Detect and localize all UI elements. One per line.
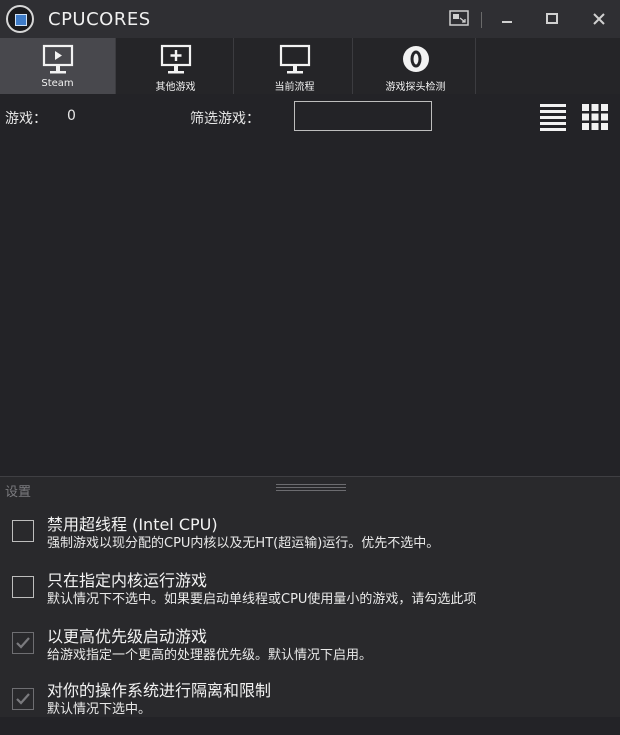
tab-label: Steam [41,78,74,89]
settings-panel: 设置 禁用超线程 (Intel CPU) 强制游戏以现分配的CPU内核以及无HT… [0,476,620,717]
tab-label: 游戏探头检测 [385,82,446,93]
app-title: CPUCORES [48,9,151,30]
mini-mode-icon [449,10,469,26]
monitor-play-icon [42,44,73,74]
cpucores-logo-icon [6,5,34,33]
tab-game-probe[interactable]: 游戏探头检测 [356,38,476,94]
isolate-os-checkbox[interactable] [12,688,34,710]
probe-icon [402,46,429,72]
high-priority-checkbox[interactable] [12,632,34,654]
grid-view-icon [582,104,608,130]
option-description: 强制游戏以现分配的CPU内核以及无HT(超运输)运行。优先不选中。 [47,536,440,551]
title-separator [481,12,482,28]
games-list[interactable] [0,140,620,475]
mini-mode-button[interactable] [446,6,472,32]
filter-label: 筛选游戏： [190,111,260,127]
option-isolate-os: 对你的操作系统进行隔离和限制 默认情况下选中。 [0,679,620,735]
specific-cores-checkbox[interactable] [12,576,34,598]
monitor-plus-icon [160,44,191,74]
option-description: 给游戏指定一个更高的处理器优先级。默认情况下启用。 [47,648,373,663]
option-disable-hyperthreading: 禁用超线程 (Intel CPU) 强制游戏以现分配的CPU内核以及无HT(超运… [0,513,620,569]
maximize-button[interactable] [539,6,565,32]
list-view-button[interactable] [539,101,567,131]
option-high-priority: 以更高优先级启动游戏 给游戏指定一个更高的处理器优先级。默认情况下启用。 [0,625,620,681]
option-specific-cores: 只在指定内核运行游戏 默认情况下不选中。如果要启动单线程或CPU使用量小的游戏，… [0,569,620,625]
close-button[interactable] [586,6,612,32]
tab-other-games[interactable]: 其他游戏 [118,38,234,94]
option-description: 默认情况下不选中。如果要启动单线程或CPU使用量小的游戏，请勾选此项 [47,592,477,607]
maximize-icon [546,13,558,24]
games-label: 游戏： [5,111,47,127]
settings-title: 设置 [5,485,32,500]
tab-label: 其他游戏 [155,82,196,93]
monitor-icon [279,44,310,74]
tab-bar: Steam 其他游戏 当前流程 游戏探头检测 [0,38,620,94]
option-description: 默认情况下选中。 [47,702,152,717]
minimize-button[interactable] [494,6,520,32]
checkmark-icon [16,693,30,705]
grid-view-button[interactable] [581,101,609,131]
resize-grip[interactable] [276,484,346,492]
games-count: 0 [67,108,76,124]
close-icon [593,13,605,25]
minimize-icon [502,21,512,23]
checkmark-icon [16,637,30,649]
tab-current-processes[interactable]: 当前流程 [237,38,353,94]
filter-games-input[interactable] [294,101,432,131]
disable-hyperthreading-checkbox[interactable] [12,520,34,542]
list-view-icon [540,104,566,131]
tab-steam[interactable]: Steam [0,38,116,94]
title-bar: CPUCORES [0,0,620,38]
tab-label: 当前流程 [274,82,315,93]
